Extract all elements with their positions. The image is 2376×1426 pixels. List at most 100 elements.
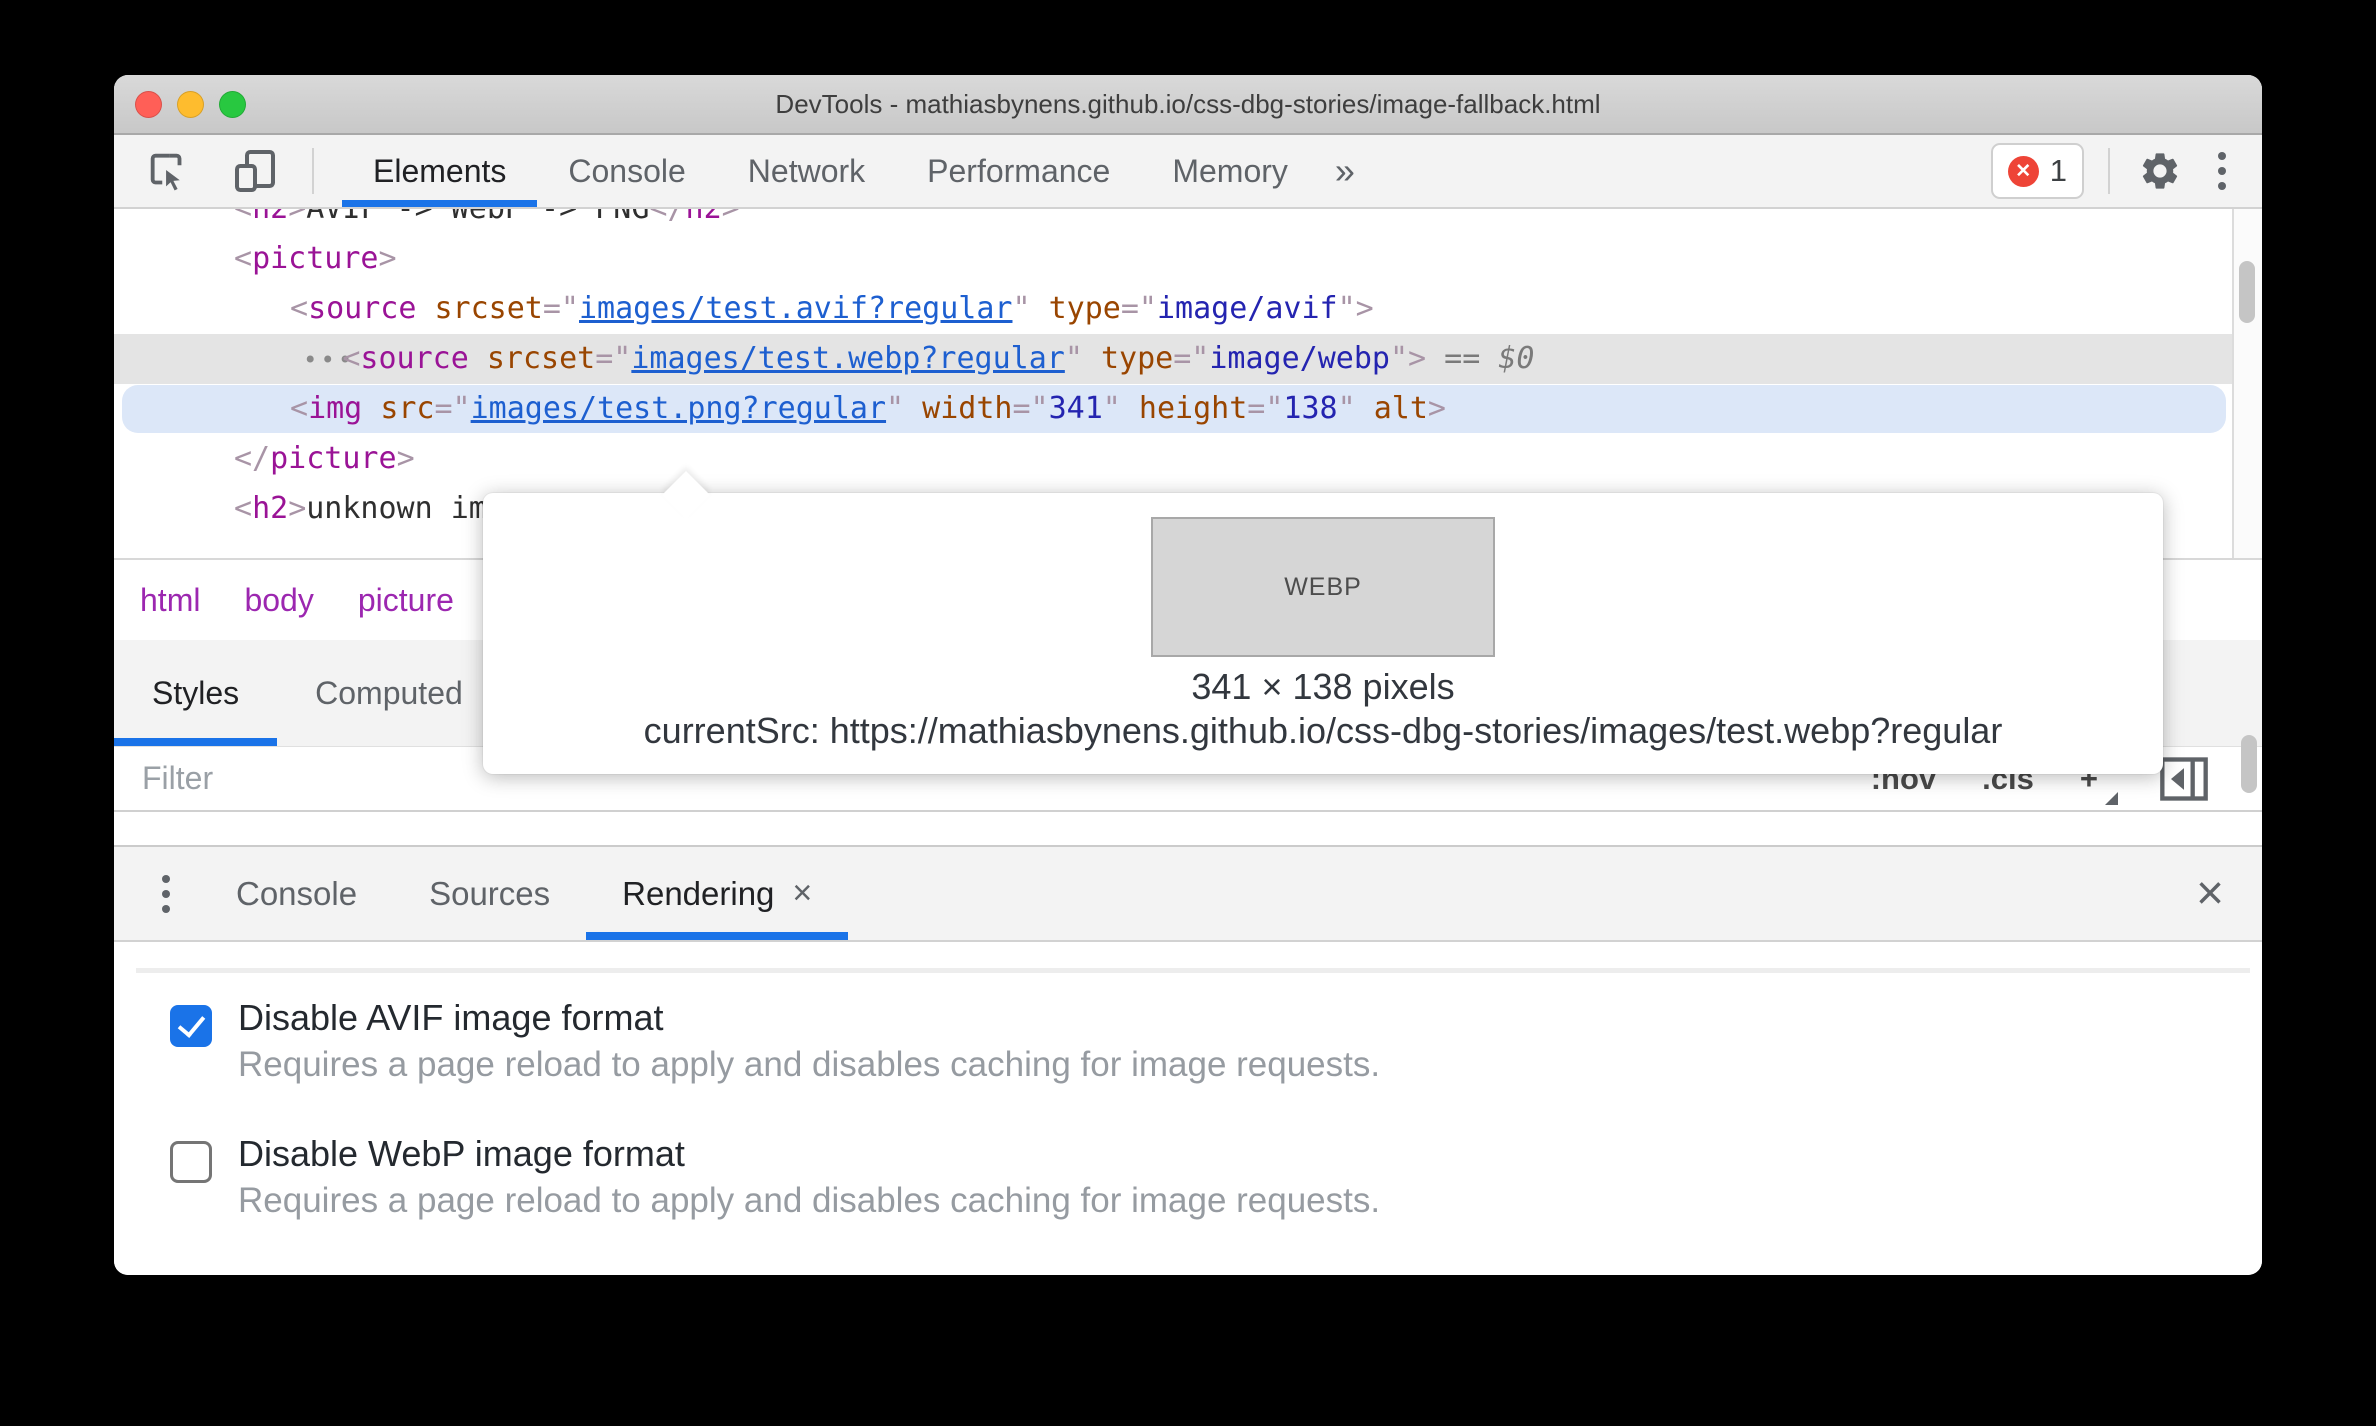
code-token: type	[1100, 341, 1174, 376]
code-token: srcset	[486, 341, 596, 376]
code-token: "	[1064, 341, 1083, 376]
device-toolbar-icon[interactable]	[230, 145, 282, 197]
code-line[interactable]: •••<source srcset="images/test.webp?regu…	[114, 334, 2234, 384]
code-token: >	[1408, 341, 1427, 376]
drawer-tab-bar: Console Sources Rendering × ×	[114, 845, 2262, 942]
drawer-tab-console[interactable]: Console	[200, 847, 393, 940]
toolbar-right: ✕ 1	[1990, 143, 2232, 199]
code-token: AVIF -> WebP -> PNG	[306, 209, 649, 226]
more-panels-button[interactable]: »	[1319, 135, 1371, 207]
checkbox-label[interactable]: Disable WebP image format	[238, 1130, 1380, 1177]
devtools-menu-kebab-icon[interactable]	[2212, 152, 2232, 190]
main-toolbar: Elements Console Network Performance Memory …	[114, 135, 2262, 209]
code-token: >	[288, 209, 306, 226]
code-token: <	[234, 209, 252, 226]
resource-link[interactable]: images/test.png?regular	[471, 391, 886, 426]
code-token: img	[308, 391, 363, 426]
code-line[interactable]: <source srcset="images/test.avif?regular…	[114, 284, 2234, 334]
code-token: 341	[1048, 391, 1103, 426]
code-token: source	[308, 291, 417, 326]
toolbar-separator	[312, 148, 314, 194]
code-token: ="	[1120, 291, 1157, 326]
settings-gear-icon[interactable]	[2134, 145, 2186, 197]
code-line[interactable]: </picture>	[114, 434, 2234, 484]
code-token: <	[234, 241, 253, 276]
code-token: ="	[542, 291, 579, 326]
tab-memory[interactable]: Memory	[1141, 135, 1319, 207]
code-line[interactable]: <picture>	[114, 234, 2234, 284]
code-token: type	[1048, 291, 1121, 326]
code-token: h2	[252, 209, 288, 226]
drawer-tab-sources[interactable]: Sources	[393, 847, 586, 940]
checkbox-disable-avif-image-format[interactable]	[170, 1005, 212, 1047]
code-token: >	[1355, 291, 1374, 326]
code-token: "	[1012, 291, 1031, 326]
tab-elements[interactable]: Elements	[342, 135, 538, 207]
sidebar-tab-computed[interactable]: Computed	[277, 640, 501, 746]
code-token: 138	[1283, 391, 1338, 426]
drawer-close-icon[interactable]: ×	[2196, 869, 2224, 918]
code-token: "	[1389, 341, 1409, 376]
error-badge-button[interactable]: ✕ 1	[1990, 143, 2084, 199]
code-token: ="	[595, 341, 632, 376]
tab-network[interactable]: Network	[717, 135, 896, 207]
inspect-element-icon[interactable]	[142, 145, 194, 197]
code-token: src	[380, 391, 435, 426]
code-line[interactable]: <h2>AVIF -> WebP -> PNG</h2>	[114, 209, 2234, 234]
code-token: ="	[1247, 391, 1284, 426]
drawer-tab-label: Console	[236, 874, 358, 912]
code-token: >	[288, 491, 307, 526]
tab-console[interactable]: Console	[537, 135, 716, 207]
elements-scrollbar-thumb[interactable]	[2239, 261, 2255, 323]
code-token: ="	[1012, 391, 1049, 426]
image-dimensions: 341 × 138 pixels	[1191, 666, 1455, 707]
checkbox-label[interactable]: Disable AVIF image format	[238, 994, 1380, 1041]
rendering-panel: Disable AVIF image format Requires a page…	[114, 944, 2262, 1275]
tab-close-icon[interactable]: ×	[792, 874, 812, 913]
code-token: alt	[1373, 391, 1428, 426]
sidebar-toggle-icon[interactable]	[2158, 755, 2210, 803]
code-token: <	[290, 391, 309, 426]
setting-row-disable-webp-image-format: Disable WebP image format Requires a page…	[170, 1130, 1380, 1224]
styles-filter-input[interactable]: Filter	[114, 760, 213, 797]
drawer-tab-label: Sources	[429, 874, 551, 912]
code-token: </	[234, 441, 271, 476]
resource-link[interactable]: images/test.avif?regular	[579, 291, 1012, 326]
breadcrumb-item-picture[interactable]: picture	[358, 582, 454, 619]
error-icon: ✕	[2007, 155, 2039, 187]
elements-scrollbar[interactable]	[2232, 209, 2262, 558]
styles-scrollbar-thumb[interactable]	[2241, 735, 2257, 793]
code-token: image/webp	[1209, 341, 1390, 376]
code-token: "	[1337, 391, 1356, 426]
drawer-tabs: Console Sources Rendering ×	[200, 847, 849, 940]
checkbox-disable-webp-image-format[interactable]	[170, 1141, 212, 1183]
code-line[interactable]: <img src="images/test.png?regular" width…	[114, 384, 2234, 434]
code-token: picture	[270, 441, 397, 476]
code-token: "	[886, 391, 905, 426]
drawer-menu-kebab-icon[interactable]	[162, 874, 170, 913]
code-token: >	[1427, 391, 1446, 426]
code-token: </	[649, 209, 685, 226]
code-token: ="	[434, 391, 471, 426]
sidebar-tab-styles[interactable]: Styles	[114, 640, 278, 746]
code-token: == $0	[1426, 341, 1535, 376]
resource-link[interactable]: images/test.webp?regular	[631, 341, 1064, 376]
desktop-background: DevTools - mathiasbynens.github.io/css-d…	[0, 0, 2376, 1426]
code-token: width	[922, 391, 1013, 426]
breadcrumb-item-body[interactable]: body	[244, 582, 313, 619]
image-current-src: currentSrc: https://mathiasbynens.github…	[643, 710, 2003, 751]
section-divider	[136, 968, 2250, 973]
devtools-window: DevTools - mathiasbynens.github.io/css-d…	[114, 75, 2262, 1275]
drawer-tab-rendering[interactable]: Rendering ×	[586, 847, 849, 940]
setting-row-disable-avif-image-format: Disable AVIF image format Requires a page…	[170, 994, 1380, 1088]
code-token: <	[342, 341, 361, 376]
tab-performance[interactable]: Performance	[896, 135, 1141, 207]
breadcrumb-item-html[interactable]: html	[140, 582, 200, 619]
code-token: h2	[686, 209, 722, 226]
toolbar-separator	[2108, 148, 2110, 194]
